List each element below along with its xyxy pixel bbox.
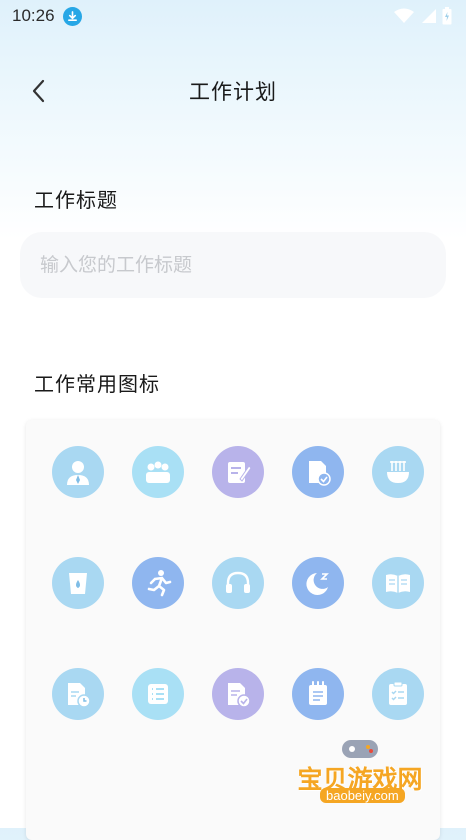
noodle-bowl-icon (387, 461, 409, 483)
icon-option-group[interactable] (132, 446, 184, 498)
status-bar: 10:26 (0, 0, 466, 32)
icon-option-document-check[interactable] (292, 446, 344, 498)
work-title-label: 工作标题 (34, 188, 118, 212)
download-icon (62, 6, 82, 26)
icon-option-noodles[interactable] (372, 446, 424, 498)
clipboard-checklist-icon (389, 681, 407, 705)
icon-option-sleep[interactable] (292, 557, 344, 609)
work-title-input[interactable] (20, 232, 446, 298)
list-icon (148, 684, 168, 704)
icon-option-reading[interactable] (372, 557, 424, 609)
icon-option-person[interactable] (52, 446, 104, 498)
page-title: 工作计划 (189, 80, 277, 104)
open-book-icon (386, 574, 410, 593)
running-icon (147, 570, 172, 597)
watermark-url: baobeiy.com (320, 788, 405, 803)
icon-option-checklist[interactable] (372, 668, 424, 720)
status-time: 10:26 (12, 6, 55, 25)
status-right (394, 7, 452, 25)
gamepad-icon (342, 740, 378, 758)
document-clock-icon (68, 683, 91, 708)
wifi-icon (394, 8, 414, 23)
icon-option-list[interactable] (132, 668, 184, 720)
icon-option-approved[interactable] (212, 668, 264, 720)
icon-option-edit-note[interactable] (212, 446, 264, 498)
group-icon (146, 461, 170, 483)
headphones-icon (226, 571, 250, 593)
water-cup-icon (69, 573, 87, 594)
status-left: 10:26 (12, 6, 82, 26)
watermark-logo: 宝贝游戏网 baobeiy.com (290, 736, 440, 816)
document-check-icon (309, 461, 331, 486)
work-icons-label: 工作常用图标 (34, 372, 160, 396)
icon-option-music[interactable] (212, 557, 264, 609)
icon-option-water[interactable] (52, 557, 104, 609)
document-approved-icon (228, 683, 251, 708)
battery-icon (442, 7, 452, 25)
sleep-moon-icon (306, 573, 329, 595)
icon-option-notepad[interactable] (292, 668, 344, 720)
signal-icon (422, 9, 436, 23)
edit-note-icon (228, 462, 252, 483)
icon-option-running[interactable] (132, 557, 184, 609)
person-tie-icon (67, 461, 89, 485)
nav-bar: 工作计划 (0, 62, 466, 118)
icon-option-schedule[interactable] (52, 668, 104, 720)
notepad-icon (309, 681, 327, 705)
